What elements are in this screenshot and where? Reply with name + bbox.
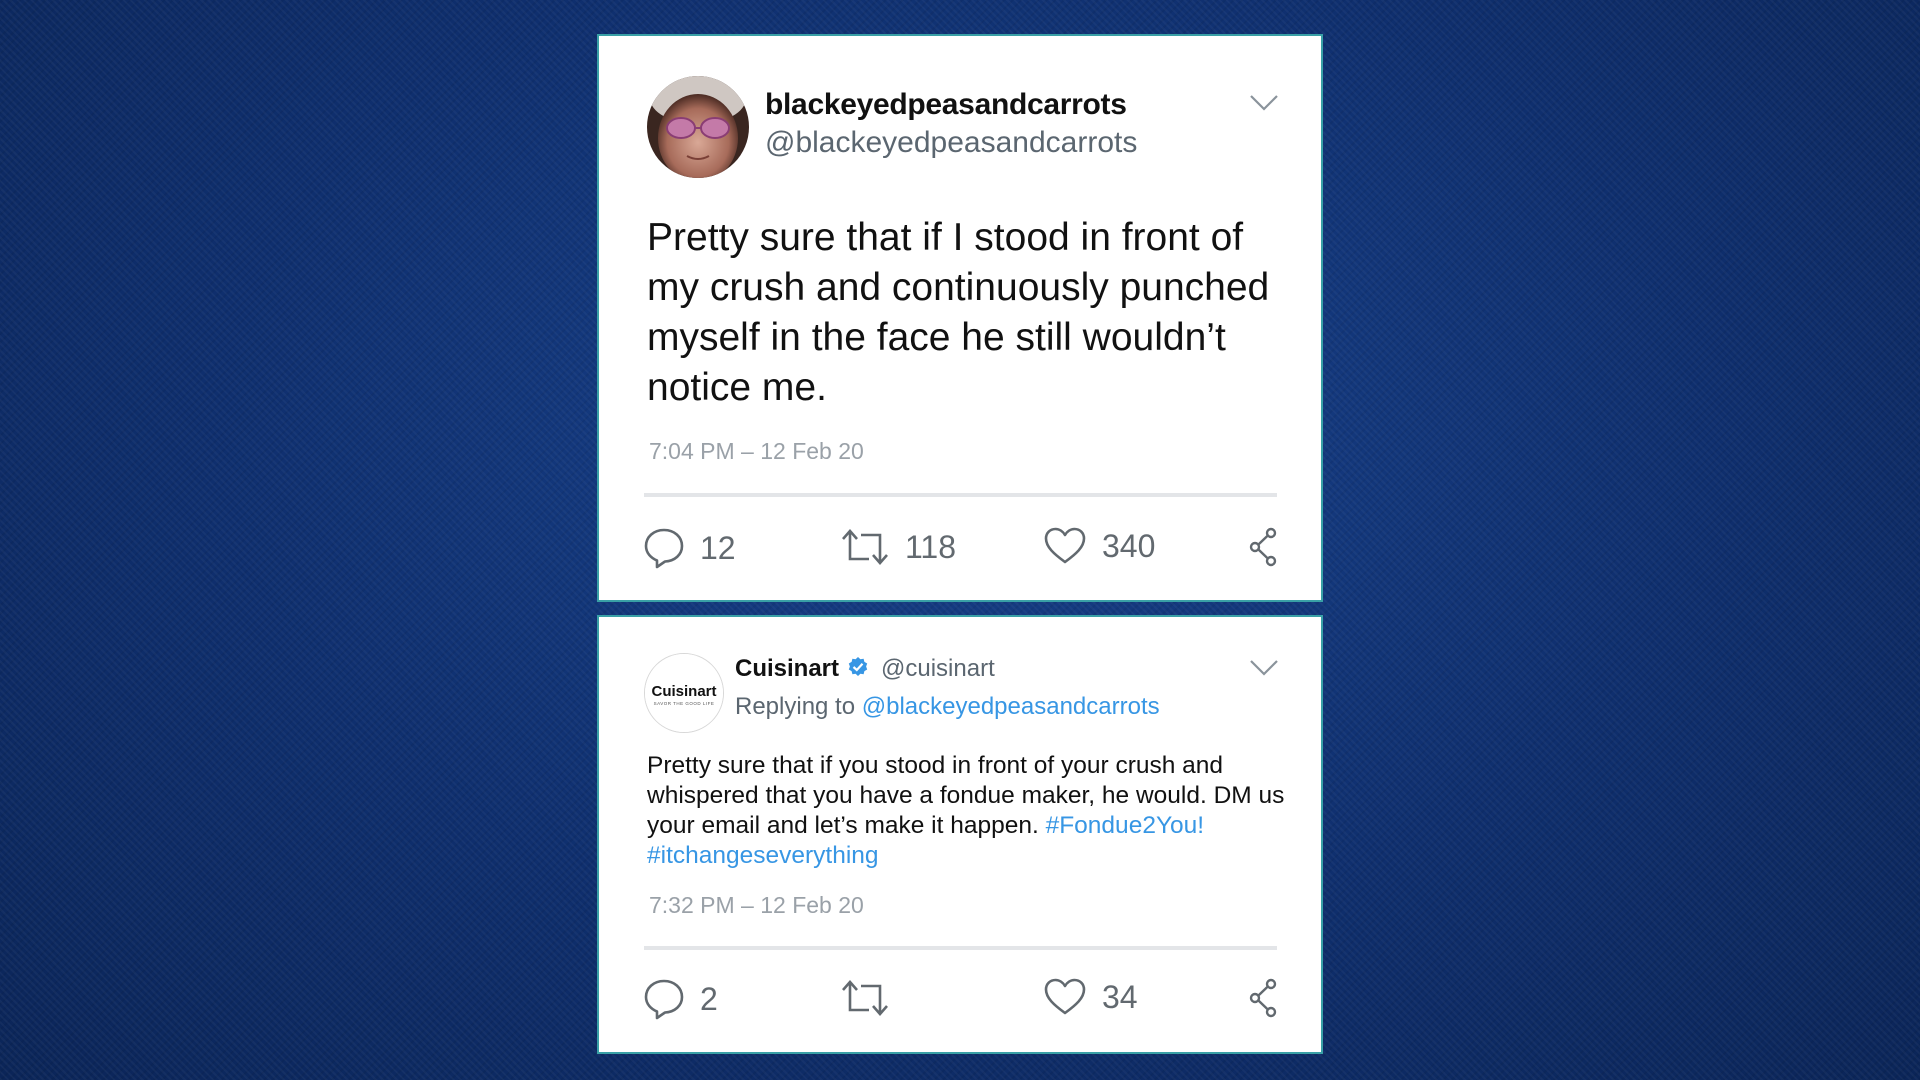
share-button[interactable] bbox=[1249, 527, 1279, 567]
tweet-card-reply: Cuisinart SAVOR THE GOOD LIFE Cuisinart … bbox=[597, 615, 1323, 1054]
hashtag-link[interactable]: #itchangeseverything bbox=[647, 842, 879, 869]
verified-badge-icon bbox=[847, 656, 869, 683]
user-handle[interactable]: @blackeyedpeasandcarrots bbox=[765, 126, 1137, 160]
like-button[interactable]: 34 bbox=[1044, 978, 1138, 1016]
display-name[interactable]: blackeyedpeasandcarrots bbox=[765, 88, 1127, 122]
divider bbox=[644, 946, 1277, 950]
user-handle[interactable]: @cuisinart bbox=[881, 655, 995, 683]
svg-text:Cuisinart: Cuisinart bbox=[651, 683, 716, 700]
reply-count: 2 bbox=[700, 980, 718, 1017]
tweet-timestamp[interactable]: 7:04 PM – 12 Feb 20 bbox=[649, 438, 864, 465]
tweet-card-original: blackeyedpeasandcarrots @blackeyedpeasan… bbox=[597, 34, 1323, 602]
retweet-icon bbox=[842, 980, 888, 1016]
like-button[interactable]: 340 bbox=[1044, 527, 1155, 565]
svg-text:SAVOR THE GOOD LIFE: SAVOR THE GOOD LIFE bbox=[654, 701, 715, 706]
divider bbox=[644, 493, 1277, 497]
author-row: Cuisinart @cuisinart bbox=[735, 655, 995, 683]
tweet-text: Pretty sure that if I stood in front of … bbox=[647, 216, 1270, 409]
like-count: 340 bbox=[1102, 527, 1156, 564]
user-avatar-photo bbox=[647, 76, 749, 178]
avatar[interactable] bbox=[647, 76, 749, 178]
tweet-text: Pretty sure that if you stood in front o… bbox=[647, 751, 1287, 871]
retweet-count: 118 bbox=[905, 528, 957, 565]
like-count: 34 bbox=[1102, 978, 1138, 1015]
reply-count: 12 bbox=[700, 529, 736, 566]
share-button[interactable] bbox=[1249, 978, 1279, 1018]
replying-to-link[interactable]: @blackeyedpeasandcarrots bbox=[862, 693, 1160, 720]
retweet-button[interactable] bbox=[841, 978, 889, 1018]
chevron-down-icon[interactable] bbox=[1249, 659, 1279, 682]
hashtag-link[interactable]: #Fondue2You! bbox=[1046, 812, 1205, 839]
like-icon bbox=[1044, 527, 1086, 564]
reply-icon bbox=[644, 528, 684, 569]
like-icon bbox=[1044, 978, 1086, 1015]
retweet-button[interactable]: 118 bbox=[841, 527, 956, 567]
reply-button[interactable]: 12 bbox=[644, 527, 736, 569]
replying-to: Replying to @blackeyedpeasandcarrots bbox=[735, 693, 1160, 721]
retweet-icon bbox=[842, 529, 888, 565]
avatar[interactable]: Cuisinart SAVOR THE GOOD LIFE bbox=[644, 653, 724, 733]
share-icon bbox=[1249, 978, 1277, 1018]
reply-icon bbox=[644, 979, 684, 1020]
tweet-timestamp[interactable]: 7:32 PM – 12 Feb 20 bbox=[649, 892, 864, 919]
display-name[interactable]: Cuisinart bbox=[735, 655, 839, 683]
cuisinart-logo: Cuisinart SAVOR THE GOOD LIFE bbox=[645, 654, 723, 732]
replying-to-label: Replying to bbox=[735, 693, 862, 720]
share-icon bbox=[1249, 527, 1277, 567]
reply-button[interactable]: 2 bbox=[644, 978, 718, 1020]
chevron-down-icon[interactable] bbox=[1249, 94, 1279, 117]
